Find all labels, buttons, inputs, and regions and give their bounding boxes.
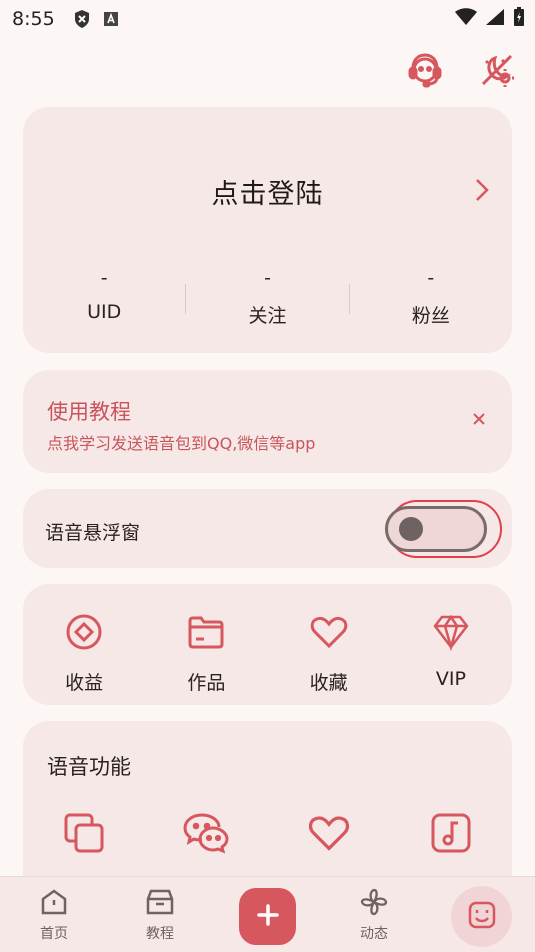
status-bar: 8:55 bbox=[0, 0, 535, 38]
voice-feature-copy[interactable] bbox=[23, 811, 145, 859]
tab-label: 首页 bbox=[40, 926, 68, 942]
login-prompt[interactable]: 点击登陆 bbox=[0, 172, 535, 211]
login-card[interactable]: - UID - 关注 - 粉丝 bbox=[23, 107, 512, 353]
status-time: 8:55 bbox=[12, 8, 55, 30]
quick-actions-card: 收益 作品 收藏 VIP bbox=[23, 584, 512, 705]
quick-action-label: 收益 bbox=[65, 672, 104, 694]
voice-feature-music[interactable] bbox=[390, 811, 512, 859]
voice-feature-favorites[interactable] bbox=[268, 811, 390, 859]
heart-icon bbox=[307, 811, 351, 859]
stat-uid[interactable]: - UID bbox=[23, 267, 185, 328]
battery-icon bbox=[513, 7, 525, 31]
smiley-icon bbox=[467, 900, 497, 934]
stat-label: UID bbox=[87, 301, 122, 323]
stat-value: - bbox=[100, 267, 108, 289]
top-actions bbox=[405, 52, 517, 92]
stat-value: - bbox=[427, 267, 435, 289]
font-a-icon bbox=[103, 11, 119, 27]
wifi-icon bbox=[455, 8, 477, 30]
shield-x-icon bbox=[73, 9, 91, 29]
stat-followers[interactable]: - 粉丝 bbox=[350, 267, 512, 328]
tab-profile[interactable] bbox=[451, 886, 512, 947]
headset-icon bbox=[405, 50, 445, 94]
quick-action-earnings[interactable]: 收益 bbox=[23, 612, 145, 695]
wechat-icon bbox=[182, 811, 230, 859]
diamond-icon bbox=[431, 612, 471, 656]
tutorial-box-icon bbox=[145, 889, 175, 921]
quick-action-works[interactable]: 作品 bbox=[145, 612, 267, 695]
account-stats: - UID - 关注 - 粉丝 bbox=[23, 267, 512, 328]
stat-value: - bbox=[264, 267, 271, 289]
tutorial-title: 使用教程 bbox=[47, 400, 131, 424]
tab-home[interactable]: 首页 bbox=[14, 887, 94, 943]
tab-feed[interactable]: 动态 bbox=[334, 887, 414, 943]
customer-service-button[interactable] bbox=[405, 52, 445, 92]
close-icon[interactable] bbox=[472, 411, 486, 430]
quick-action-label: 收藏 bbox=[309, 672, 348, 694]
floating-window-toggle[interactable] bbox=[385, 506, 487, 552]
floating-window-card: 语音悬浮窗 bbox=[23, 489, 512, 568]
toggle-knob bbox=[399, 517, 423, 541]
earnings-icon bbox=[64, 612, 104, 656]
tutorial-subtitle: 点我学习发送语音包到QQ,微信等app bbox=[47, 434, 316, 453]
quick-action-favorites[interactable]: 收藏 bbox=[268, 612, 390, 695]
voice-features-card: 语音功能 bbox=[23, 721, 512, 901]
copy-icon bbox=[62, 811, 106, 859]
pinwheel-icon bbox=[359, 888, 389, 921]
tab-tutorial[interactable]: 教程 bbox=[120, 887, 200, 943]
voice-features-title: 语音功能 bbox=[47, 755, 131, 779]
tab-label: 动态 bbox=[360, 926, 388, 942]
quick-action-label: VIP bbox=[435, 668, 466, 690]
quick-action-label: 作品 bbox=[187, 672, 226, 694]
floating-window-label: 语音悬浮窗 bbox=[45, 522, 141, 544]
home-icon bbox=[39, 889, 69, 921]
signal-icon bbox=[485, 8, 505, 30]
add-button[interactable] bbox=[239, 888, 296, 945]
stat-label: 关注 bbox=[248, 305, 287, 327]
music-icon bbox=[429, 811, 473, 859]
quick-action-vip[interactable]: VIP bbox=[390, 612, 512, 695]
bottom-tab-bar: 首页 教程 动态 bbox=[0, 876, 535, 952]
folder-icon bbox=[186, 612, 226, 656]
heart-icon bbox=[309, 612, 349, 656]
tab-label: 教程 bbox=[146, 926, 174, 942]
stat-label: 粉丝 bbox=[411, 305, 450, 327]
stat-following[interactable]: - 关注 bbox=[186, 267, 348, 328]
theme-toggle-button[interactable] bbox=[477, 52, 517, 92]
tutorial-card[interactable]: 使用教程 点我学习发送语音包到QQ,微信等app bbox=[23, 370, 512, 473]
add-icon bbox=[256, 903, 280, 931]
voice-feature-wechat[interactable] bbox=[145, 811, 267, 859]
day-night-icon bbox=[477, 50, 517, 94]
